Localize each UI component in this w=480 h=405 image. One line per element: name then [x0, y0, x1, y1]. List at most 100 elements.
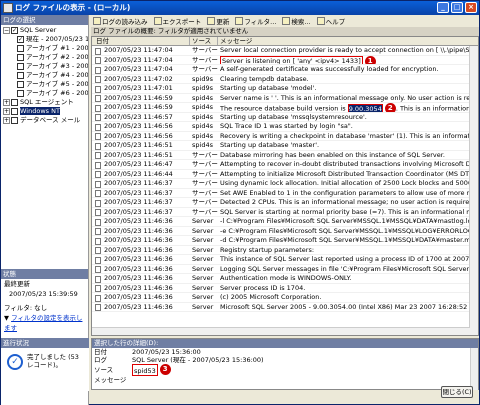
help-button[interactable]: ヘルプ [316, 16, 345, 26]
log-checkbox[interactable] [17, 71, 24, 79]
cell-date-text: 2007/05/23 11:47:01 [104, 84, 173, 92]
table-row[interactable]: 2007/05/23 11:46:36 Server -l C:¥Program F… [92, 217, 478, 227]
log-entry-icon [95, 294, 101, 302]
cell-date: 2007/05/23 11:46:36 [92, 293, 190, 302]
log-entry-icon [95, 95, 101, 102]
tree-item[interactable]: + データベース メール [1, 116, 88, 125]
table-row[interactable]: 2007/05/23 11:46:37 サーバー Detected 2 CPUs. … [92, 198, 478, 208]
cell-date: 2007/05/23 11:46:44 [92, 170, 190, 178]
refresh-icon [207, 17, 216, 25]
status-section: 状態 最終更新 2007/05/23 15:39:59 フィルタ: なし ▼ フ… [1, 269, 88, 332]
horizontal-scrollbar[interactable] [92, 327, 470, 335]
tree-item[interactable]: − ✓ SQL Server [1, 26, 88, 35]
vertical-scrollbar[interactable] [469, 46, 478, 335]
tree-item[interactable]: + Windows NT [1, 107, 88, 116]
tree-item[interactable]: + SQL エージェント [1, 98, 88, 107]
log-checkbox[interactable] [17, 53, 24, 61]
log-checkbox[interactable] [11, 107, 18, 115]
log-checkbox[interactable]: ✓ [17, 35, 24, 43]
log-checkbox[interactable] [17, 80, 24, 88]
cell-source: Server [192, 274, 214, 282]
table-row[interactable]: 2007/05/23 11:46:37 サーバー Set AWE Enabled t… [92, 189, 478, 198]
log-entry-icon [95, 218, 101, 226]
table-row[interactable]: 2007/05/23 11:46:37 サーバー SQL Server is sta… [92, 208, 478, 217]
table-row[interactable]: 2007/05/23 11:46:36 Server Registry startu… [92, 245, 478, 255]
log-checkbox[interactable] [17, 62, 24, 70]
table-row[interactable]: 2007/05/23 11:46:51 サーバー Database mirrorin… [92, 151, 478, 160]
log-checkbox[interactable] [11, 98, 18, 106]
tree-item-label: SQL エージェント [20, 98, 74, 106]
tree-item-label: データベース メール [20, 116, 81, 124]
table-row[interactable]: 2007/05/23 11:46:36 Server Server process … [92, 283, 478, 293]
detail-source-value: spid53 [132, 364, 158, 376]
table-row[interactable]: 2007/05/23 11:47:01 spid9s Starting up dat… [92, 84, 478, 94]
table-row[interactable]: 2007/05/23 11:46:56 spid4s Recovery is wri… [92, 131, 478, 141]
table-row[interactable]: 2007/05/23 11:46:36 Server This instance o… [92, 255, 478, 265]
log-select-header: ログの選択 [1, 15, 88, 25]
close-button[interactable]: 閉じる(C) [441, 386, 473, 398]
tree-item[interactable]: アーカイブ #3 - 2007/05/ [1, 62, 88, 71]
maximize-button[interactable]: □ [451, 2, 463, 13]
table-row[interactable]: 2007/05/23 11:46:51 spid4s Starting up dat… [92, 141, 478, 151]
tree-item[interactable]: アーカイブ #6 - 2007/05/ [1, 89, 88, 98]
tree-item[interactable]: アーカイブ #1 - 2007/05/2 [1, 44, 88, 53]
log-checkbox[interactable] [17, 44, 24, 52]
refresh-button[interactable]: 更新 [207, 16, 229, 26]
expand-icon[interactable]: + [3, 116, 10, 124]
cell-source: Server [192, 245, 214, 254]
tree-item[interactable]: アーカイブ #5 - 2007/05/ [1, 80, 88, 89]
table-row[interactable]: 2007/05/23 11:47:04 サーバー Server local conn… [92, 46, 478, 56]
export-button[interactable]: エクスポート [153, 16, 201, 26]
table-row[interactable]: 2007/05/23 11:46:36 Server -e C:¥Program F… [92, 227, 478, 236]
filter-settings-link[interactable]: フィルタの設定を表示します [4, 314, 82, 332]
cell-source: spid4s [192, 103, 213, 111]
table-row[interactable]: 2007/05/23 11:46:37 サーバー Using dynamic loc… [92, 179, 478, 189]
log-entry-icon [95, 190, 101, 197]
log-checkbox[interactable]: ✓ [11, 26, 18, 34]
last-updated-value: 2007/05/23 15:39:59 [9, 290, 78, 298]
collapse-icon[interactable]: − [3, 26, 10, 34]
table-row[interactable]: 2007/05/23 11:46:36 Server Authentication … [92, 274, 478, 284]
cell-date-text: 2007/05/23 11:46:59 [104, 93, 173, 102]
table-row[interactable]: 2007/05/23 11:46:44 サーバー Attempting to ini… [92, 170, 478, 179]
table-row[interactable]: 2007/05/23 11:46:36 Server Logging SQL Ser… [92, 265, 478, 274]
column-header-message[interactable]: メッセージ [218, 37, 478, 45]
detail-scrollbar[interactable] [470, 348, 478, 390]
filter-button[interactable]: フィルタ... [235, 16, 276, 26]
expand-icon[interactable]: + [3, 98, 10, 106]
cell-date-text: 2007/05/23 11:47:04 [104, 65, 173, 73]
log-checkbox[interactable] [11, 116, 18, 124]
table-row[interactable]: 2007/05/23 11:46:57 spid4s Starting up dat… [92, 113, 478, 122]
table-row[interactable]: 2007/05/23 11:47:04 サーバー A self-generated … [92, 65, 478, 75]
left-pane: ログの選択 −✓SQL Server✓現在 - 2007/05/23 15:..… [1, 15, 89, 405]
tree-item[interactable]: アーカイブ #4 - 2007/05/ [1, 71, 88, 80]
log-entry-icon [95, 237, 101, 245]
table-row[interactable]: 2007/05/23 11:47:04 サーバー Server is listeni… [92, 55, 478, 65]
table-row[interactable]: 2007/05/23 11:47:02 spid9s Clearing tempdb… [92, 75, 478, 84]
table-row[interactable]: 2007/05/23 11:46:47 サーバー Attempting to rec… [92, 160, 478, 170]
cell-date-text: 2007/05/23 11:46:56 [104, 131, 173, 140]
tree-item[interactable]: アーカイブ #2 - 2007/05/ [1, 53, 88, 62]
cell-source: サーバー [192, 65, 218, 73]
cell-source: Server [192, 283, 214, 292]
expand-icon[interactable]: + [3, 107, 10, 115]
load-log-button[interactable]: ログの読み込み [93, 16, 148, 26]
cell-date: 2007/05/23 11:46:36 [92, 265, 190, 273]
log-tree: −✓SQL Server✓現在 - 2007/05/23 15:...アーカイブ… [1, 25, 88, 269]
close-window-button[interactable]: × [465, 2, 477, 13]
table-row[interactable]: 2007/05/23 11:46:36 Server Microsoft SQL S… [92, 303, 478, 312]
table-row[interactable]: 2007/05/23 11:46:56 spid4s SQL Trace ID 1 … [92, 122, 478, 132]
log-checkbox[interactable] [17, 89, 24, 97]
table-row[interactable]: 2007/05/23 11:46:59 spid4s The resource da… [92, 103, 478, 113]
column-header-date[interactable]: 日付 [92, 37, 190, 45]
minimize-button[interactable]: _ [437, 2, 449, 13]
cell-source: サーバー [192, 179, 218, 187]
tree-item[interactable]: ✓現在 - 2007/05/23 15:... [1, 35, 88, 44]
table-row[interactable]: 2007/05/23 11:46:36 Server (c) 2005 Micros… [92, 293, 478, 303]
column-header-source[interactable]: ソース [190, 37, 218, 45]
table-row[interactable]: 2007/05/23 11:46:36 Server -d C:¥Program F… [92, 236, 478, 246]
window-title: ログ ファイルの表示 - (ローカル) [15, 3, 131, 12]
search-button[interactable]: 検索... [282, 16, 311, 26]
table-row[interactable]: 2007/05/23 11:46:59 spid4s Server name is … [92, 93, 478, 103]
cell-date: 2007/05/23 11:47:04 [92, 65, 190, 74]
